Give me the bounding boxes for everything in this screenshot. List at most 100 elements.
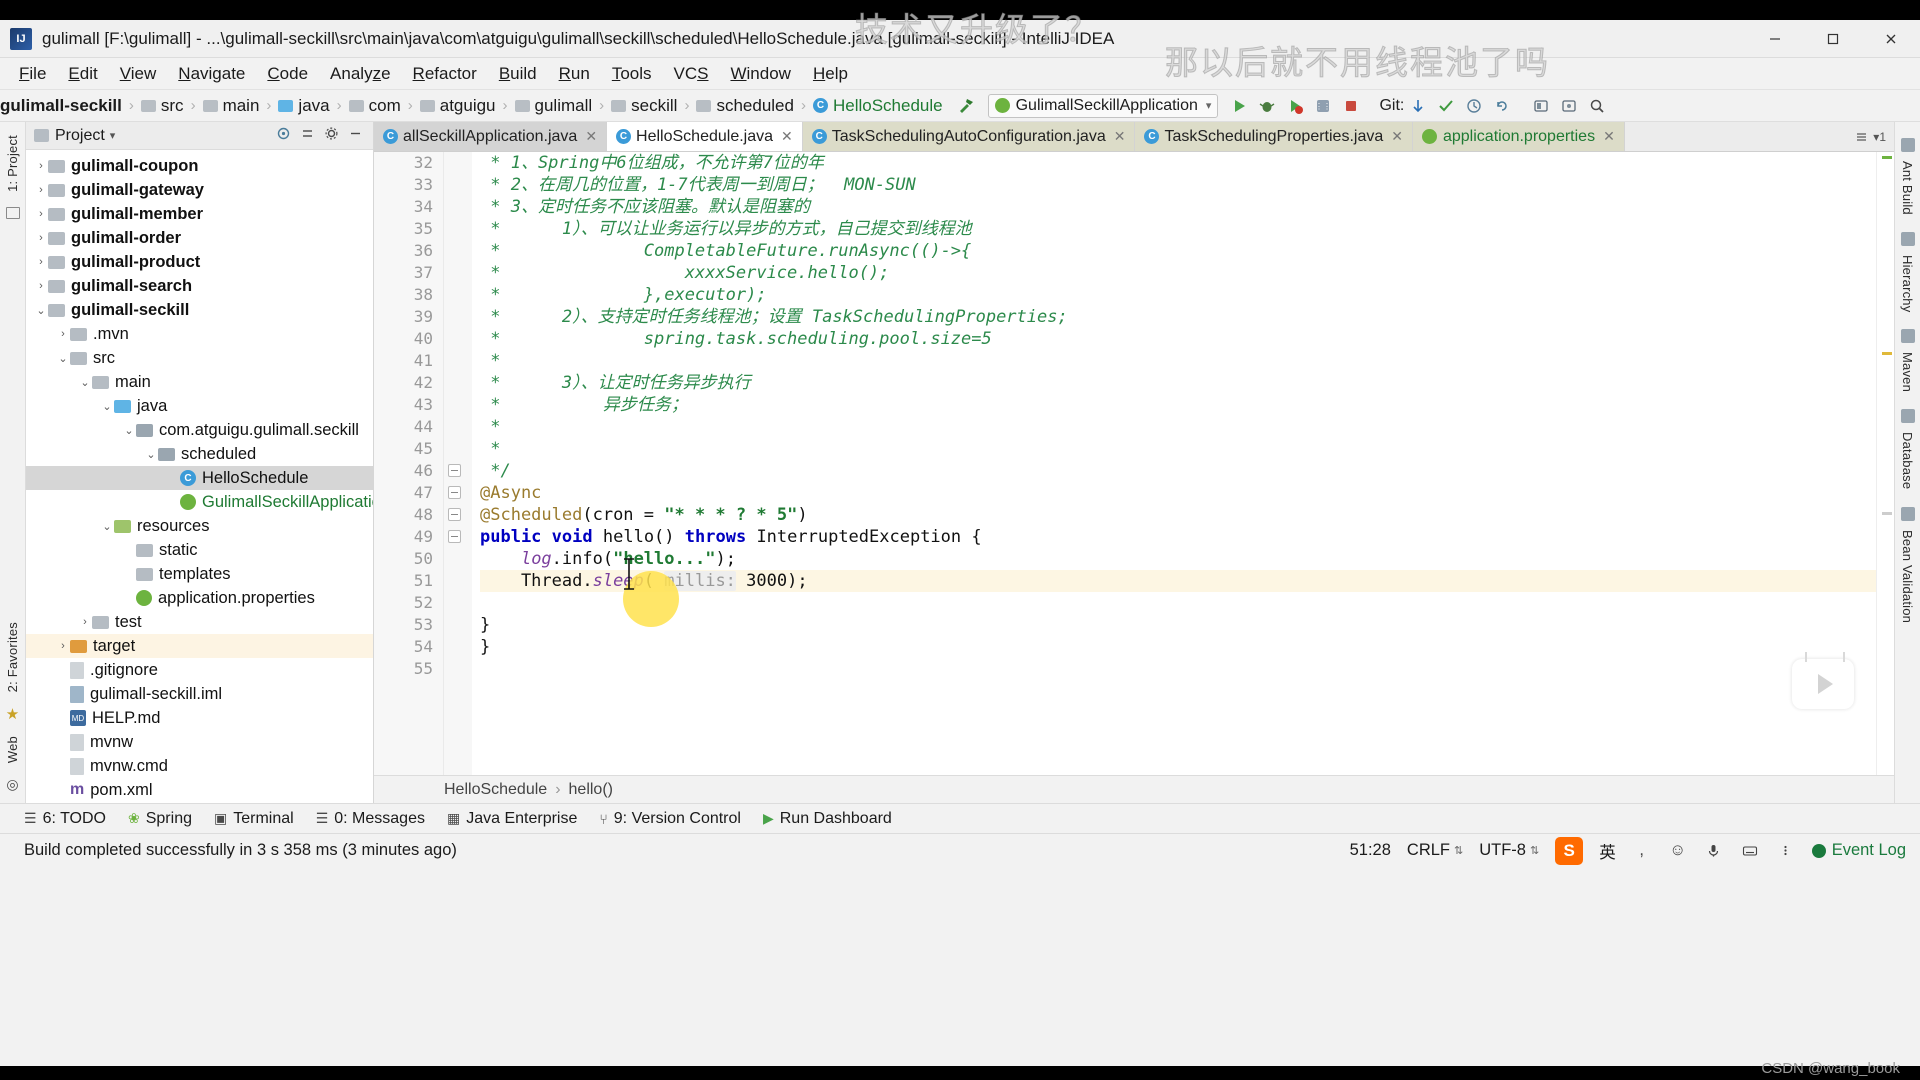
code-fold-toggle[interactable] <box>448 464 461 477</box>
close-tab-icon[interactable]: ✕ <box>1391 128 1403 145</box>
code-line[interactable]: * },executor); <box>480 284 1876 306</box>
chevron-right-icon[interactable]: › <box>34 232 48 244</box>
tree-node[interactable]: application.properties <box>26 586 373 610</box>
tree-node[interactable]: › gulimall-search <box>26 274 373 298</box>
breadcrumb-item-atguigu[interactable]: atguigu <box>419 96 496 116</box>
breadcrumb-item-main[interactable]: main <box>202 96 259 116</box>
structure-icon[interactable] <box>5 206 20 219</box>
settings-gear-icon[interactable] <box>1528 93 1554 119</box>
code-text[interactable]: * 1、Spring中6位组成，不允许第7位的年 * 2、在周几的位置，1-7代… <box>472 152 1876 775</box>
search-icon[interactable] <box>1584 93 1610 119</box>
tree-node[interactable]: m pom.xml <box>26 778 373 802</box>
code-line[interactable] <box>480 658 1876 680</box>
code-line[interactable]: Thread.sleep( millis: 3000); <box>480 570 1876 592</box>
code-line[interactable]: * CompletableFuture.runAsync(()->{ <box>480 240 1876 262</box>
chevron-down-icon[interactable]: ⌄ <box>78 376 92 389</box>
code-line[interactable]: } <box>480 636 1876 658</box>
git-update-icon[interactable] <box>1405 93 1431 119</box>
breadcrumb-item-scheduled[interactable]: scheduled <box>696 96 794 116</box>
editor-tabs-overflow[interactable]: ▾1 <box>1847 122 1894 151</box>
code-line[interactable]: * spring.task.scheduling.pool.size=5 <box>480 328 1876 350</box>
menu-item-help[interactable]: Help <box>802 61 859 87</box>
close-tab-icon[interactable]: ✕ <box>585 128 597 145</box>
tree-node[interactable]: ⌄ src <box>26 346 373 370</box>
gear-icon[interactable] <box>324 126 339 146</box>
tree-node[interactable]: static <box>26 538 373 562</box>
code-fold-toggle[interactable] <box>448 508 461 521</box>
breadcrumb-item-helloschedule[interactable]: C HelloSchedule <box>812 96 943 116</box>
menu-item-run[interactable]: Run <box>548 61 601 87</box>
editor-tab-application-properties[interactable]: application.properties ✕ <box>1412 122 1625 151</box>
code-line[interactable]: } <box>480 614 1876 636</box>
run-configuration-selector[interactable]: GulimallSeckillApplication ▾ <box>987 93 1219 118</box>
chevron-right-icon[interactable]: › <box>56 328 70 340</box>
tree-node[interactable]: ⌄ com.atguigu.gulimall.seckill <box>26 418 373 442</box>
tree-node[interactable]: ›gulimall-test-sso-client <box>26 802 373 803</box>
chevron-down-icon[interactable]: ⌄ <box>56 352 70 365</box>
code-line[interactable]: * xxxxService.hello(); <box>480 262 1876 284</box>
breadcrumb-item-com[interactable]: com <box>348 96 401 116</box>
code-fold-toggle[interactable] <box>448 530 461 543</box>
tree-node[interactable]: › test <box>26 610 373 634</box>
code-line[interactable]: log.info("hello..."); <box>480 548 1876 570</box>
tree-node[interactable]: mvnw <box>26 730 373 754</box>
chevron-down-icon[interactable]: ⌄ <box>34 304 48 317</box>
code-line[interactable] <box>480 592 1876 614</box>
tool-window-ant-build[interactable]: Ant Build <box>1900 154 1915 222</box>
code-line[interactable]: * 2）、支持定时任务线程池；设置 TaskSchedulingProperti… <box>480 306 1876 328</box>
menu-item-navigate[interactable]: Navigate <box>167 61 256 87</box>
chevron-right-icon[interactable]: › <box>34 280 48 292</box>
editor-tab-allseckillapplication-java[interactable]: CallSeckillApplication.java ✕ <box>374 122 608 151</box>
code-line[interactable]: */ <box>480 460 1876 482</box>
tree-node[interactable]: mvnw.cmd <box>26 754 373 778</box>
chevron-right-icon[interactable]: › <box>34 184 48 196</box>
tree-node[interactable]: › gulimall-member <box>26 202 373 226</box>
stop-button[interactable] <box>1338 93 1364 119</box>
tool-window-database[interactable]: Database <box>1900 425 1915 496</box>
tool-window-favorites[interactable]: 2: Favorites <box>5 615 20 699</box>
tree-node[interactable]: GulimallSeckillApplication <box>26 490 373 514</box>
event-log-button[interactable]: Event Log <box>1811 841 1906 860</box>
tool-button-terminal[interactable]: ▣ Terminal <box>214 810 294 828</box>
debug-button[interactable] <box>1254 93 1280 119</box>
menu-item-edit[interactable]: Edit <box>57 61 108 87</box>
tool-button-9-version-control[interactable]: ⑂ 9: Version Control <box>599 810 741 828</box>
profiler-button[interactable]: ⋮⋮ <box>1310 93 1336 119</box>
breadcrumb-item-src[interactable]: src <box>140 96 184 116</box>
tool-button-run-dashboard[interactable]: ▶ Run Dashboard <box>763 810 892 828</box>
tool-window-bean-validation[interactable]: Bean Validation <box>1900 523 1915 630</box>
code-line[interactable]: * 3）、让定时任务异步执行 <box>480 372 1876 394</box>
ime-mic-icon[interactable] <box>1704 841 1724 861</box>
tree-node[interactable]: ⌄ resources <box>26 514 373 538</box>
tree-node[interactable]: › gulimall-gateway <box>26 178 373 202</box>
git-history-icon[interactable] <box>1461 93 1487 119</box>
breadcrumb-item-gulimall[interactable]: gulimall <box>514 96 592 116</box>
menu-item-code[interactable]: Code <box>256 61 319 87</box>
tree-node[interactable]: ⌄ java <box>26 394 373 418</box>
tool-window-project[interactable]: 1: Project <box>5 128 20 199</box>
tree-node[interactable]: ⌄ main <box>26 370 373 394</box>
tree-node[interactable]: › gulimall-coupon <box>26 154 373 178</box>
tree-node[interactable]: gulimall-seckill.iml <box>26 682 373 706</box>
tool-button-0-messages[interactable]: ☰ 0: Messages <box>316 810 425 828</box>
editor-tab-taskschedulingproperties-java[interactable]: C TaskSchedulingProperties.java ✕ <box>1135 122 1413 151</box>
breadcrumb-item-gulimall-seckill[interactable]: gulimall-seckill <box>0 96 122 116</box>
chevron-down-icon[interactable]: ⌄ <box>100 400 114 413</box>
code-line[interactable]: public void hello() throws InterruptedEx… <box>480 526 1876 548</box>
editor-breadcrumb[interactable]: HelloSchedule › hello() <box>374 775 1894 803</box>
select-in-icon[interactable] <box>1556 93 1582 119</box>
ime-language[interactable]: 英 <box>1599 839 1616 863</box>
tree-node[interactable]: templates <box>26 562 373 586</box>
tree-node[interactable]: › gulimall-product <box>26 250 373 274</box>
git-commit-icon[interactable] <box>1433 93 1459 119</box>
code-line[interactable]: * 3、定时任务不应该阻塞。默认是阻塞的 <box>480 196 1876 218</box>
caret-position[interactable]: 51:28 <box>1350 841 1391 860</box>
line-separator[interactable]: CRLF ⇅ <box>1407 841 1463 860</box>
tree-node[interactable]: › target <box>26 634 373 658</box>
build-hammer-icon[interactable] <box>953 93 979 119</box>
collapse-all-icon[interactable] <box>300 126 315 146</box>
code-line[interactable]: * 2、在周几的位置，1-7代表周一到周日； MON-SUN <box>480 174 1876 196</box>
chevron-right-icon[interactable]: › <box>34 256 48 268</box>
run-button[interactable] <box>1226 93 1252 119</box>
ime-keyboard-icon[interactable] <box>1740 841 1760 861</box>
